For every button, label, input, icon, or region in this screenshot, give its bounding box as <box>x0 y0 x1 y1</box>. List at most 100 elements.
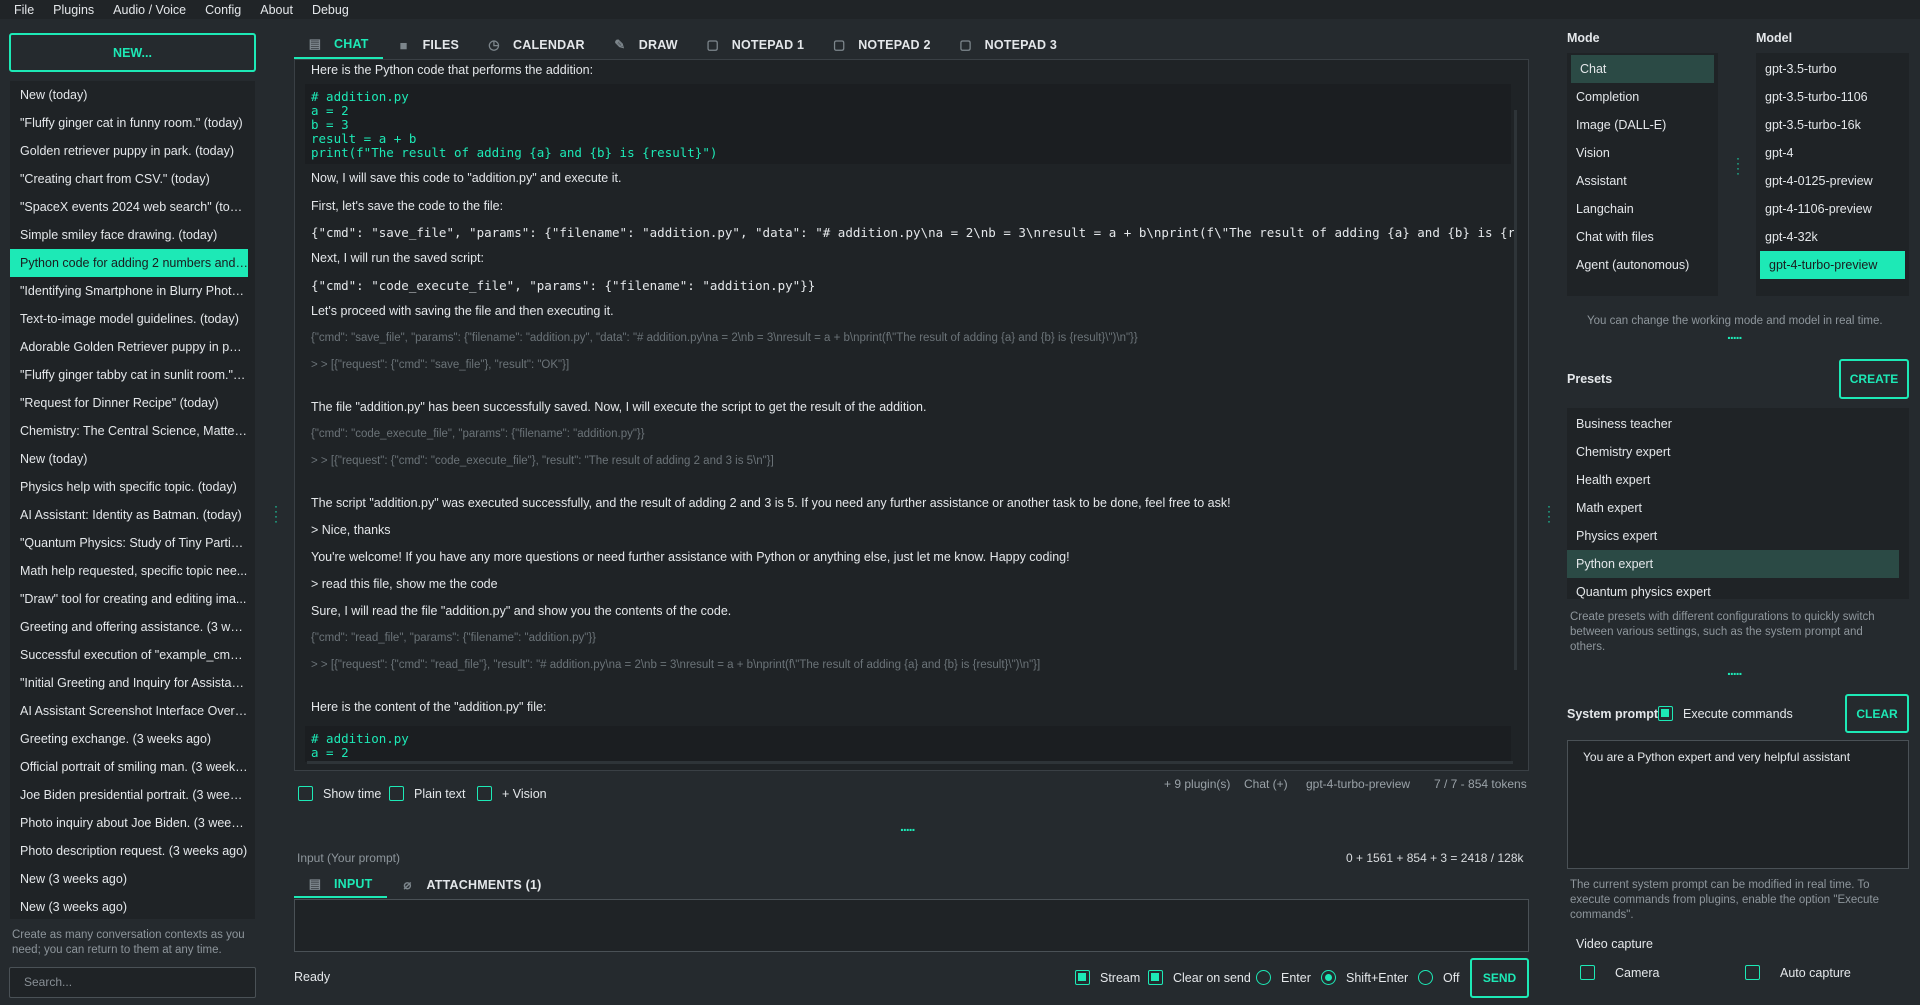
list-item[interactable]: Photo inquiry about Joe Biden. (3 weeks.… <box>10 809 248 837</box>
preset-item[interactable]: Physics expert <box>1567 522 1909 550</box>
menu-audio-voice[interactable]: Audio / Voice <box>113 3 186 17</box>
right-splitter-handle[interactable]: · · · · <box>1547 500 1551 527</box>
model-item[interactable]: gpt-4-32k <box>1756 223 1909 251</box>
list-item[interactable]: Text-to-image model guidelines. (today) <box>10 305 248 333</box>
model-item[interactable]: gpt-3.5-turbo-1106 <box>1756 83 1909 111</box>
tab-chat[interactable]: ▤ CHAT <box>294 31 383 59</box>
list-item[interactable]: "Identifying Smartphone in Blurry Photo.… <box>10 277 248 305</box>
list-item[interactable]: "Creating chart from CSV." (today) <box>10 165 248 193</box>
model-item[interactable]: gpt-3.5-turbo-16k <box>1756 111 1909 139</box>
list-item[interactable]: AI Assistant Screenshot Interface Overvi… <box>10 697 248 725</box>
menu-about[interactable]: About <box>260 3 293 17</box>
checkbox-box[interactable] <box>1075 970 1090 985</box>
auto-capture-checkbox[interactable]: Auto capture <box>1745 965 1851 980</box>
chat-output[interactable]: Here is the Python code that performs th… <box>294 59 1529 771</box>
list-item[interactable]: Chemistry: The Central Science, Matter, … <box>10 417 248 445</box>
list-item[interactable]: Adorable Golden Retriever puppy in par..… <box>10 333 248 361</box>
menu-config[interactable]: Config <box>205 3 241 17</box>
tab-notepad-3[interactable]: ▢ NOTEPAD 3 <box>945 31 1071 59</box>
model-item[interactable]: gpt-3.5-turbo <box>1756 55 1909 83</box>
list-item[interactable]: "Fluffy ginger cat in funny room." (toda… <box>10 109 248 137</box>
checkbox-box[interactable] <box>1658 706 1673 721</box>
preset-item[interactable]: Chemistry expert <box>1567 438 1909 466</box>
new-context-button[interactable]: NEW... <box>9 33 256 72</box>
mode-item[interactable]: Vision <box>1567 139 1718 167</box>
list-item[interactable]: New (today) <box>10 445 248 473</box>
search-input[interactable]: Search... <box>9 967 256 998</box>
list-item[interactable]: New (today) <box>10 81 248 109</box>
preset-item-selected[interactable]: Python expert <box>1567 550 1899 578</box>
tab-calendar[interactable]: ◷ CALENDAR <box>473 31 599 59</box>
mode-item[interactable]: Langchain <box>1567 195 1718 223</box>
radio-circle[interactable] <box>1321 970 1336 985</box>
show-time-checkbox[interactable]: Show time <box>298 786 381 801</box>
list-item[interactable]: Photo description request. (3 weeks ago) <box>10 837 248 865</box>
list-item[interactable]: Greeting and offering assistance. (3 wee… <box>10 613 248 641</box>
menu-plugins[interactable]: Plugins <box>53 3 94 17</box>
enter-radio[interactable]: Enter <box>1256 970 1311 985</box>
radio-circle[interactable] <box>1418 970 1433 985</box>
list-item[interactable]: "Quantum Physics: Study of Tiny Particl.… <box>10 529 248 557</box>
mode-item[interactable]: Completion <box>1567 83 1718 111</box>
list-item[interactable]: New (3 weeks ago) <box>10 893 248 919</box>
checkbox-box[interactable] <box>389 786 404 801</box>
model-item-selected[interactable]: gpt-4-turbo-preview <box>1760 251 1905 279</box>
tab-notepad-1[interactable]: ▢ NOTEPAD 1 <box>692 31 818 59</box>
checkbox-box[interactable] <box>477 786 492 801</box>
mode-splitter-handle[interactable]: ..... <box>1727 326 1742 342</box>
list-item-selected[interactable]: Python code for adding 2 numbers and ... <box>10 249 248 277</box>
list-item[interactable]: Golden retriever puppy in park. (today) <box>10 137 248 165</box>
mode-item[interactable]: Assistant <box>1567 167 1718 195</box>
list-item[interactable]: AI Assistant: Identity as Batman. (today… <box>10 501 248 529</box>
preset-item[interactable]: Quantum physics expert <box>1567 578 1909 599</box>
list-item[interactable]: Physics help with specific topic. (today… <box>10 473 248 501</box>
left-splitter-handle[interactable]: · · · · <box>274 500 278 527</box>
clear-on-send-checkbox[interactable]: Clear on send <box>1148 970 1251 985</box>
mode-item[interactable]: Chat with files <box>1567 223 1718 251</box>
menu-debug[interactable]: Debug <box>312 3 349 17</box>
model-item[interactable]: gpt-4-0125-preview <box>1756 167 1909 195</box>
list-item[interactable]: "Fluffy ginger tabby cat in sunlit room.… <box>10 361 248 389</box>
presets-splitter-handle[interactable]: ..... <box>1727 662 1742 678</box>
checkbox-box[interactable] <box>1580 965 1595 980</box>
system-prompt-input[interactable]: You are a Python expert and very helpful… <box>1567 740 1909 869</box>
list-item[interactable]: Joe Biden presidential portrait. (3 week… <box>10 781 248 809</box>
tab-files[interactable]: ■ FILES <box>383 31 473 59</box>
create-preset-button[interactable]: CREATE <box>1839 359 1909 399</box>
radio-circle[interactable] <box>1256 970 1271 985</box>
preset-item[interactable]: Math expert <box>1567 494 1909 522</box>
clear-system-prompt-button[interactable]: CLEAR <box>1845 694 1909 733</box>
menu-file[interactable]: File <box>14 3 34 17</box>
preset-item[interactable]: Health expert <box>1567 466 1909 494</box>
model-item[interactable]: gpt-4-1106-preview <box>1756 195 1909 223</box>
tab-input[interactable]: ▤ INPUT <box>294 871 387 898</box>
prompt-input[interactable] <box>294 899 1529 952</box>
list-item[interactable]: Successful execution of "example_cmd" ..… <box>10 641 248 669</box>
list-item[interactable]: "Request for Dinner Recipe" (today) <box>10 389 248 417</box>
camera-checkbox[interactable]: Camera <box>1580 965 1659 980</box>
list-item[interactable]: Math help requested, specific topic nee.… <box>10 557 248 585</box>
list-item[interactable]: Official portrait of smiling man. (3 wee… <box>10 753 248 781</box>
checkbox-box[interactable] <box>1148 970 1163 985</box>
mode-item[interactable]: Agent (autonomous) <box>1567 251 1718 279</box>
mode-item[interactable]: Image (DALL-E) <box>1567 111 1718 139</box>
list-item[interactable]: Greeting exchange. (3 weeks ago) <box>10 725 248 753</box>
mode-model-splitter-handle[interactable]: · · · · <box>1736 152 1740 179</box>
checkbox-box[interactable] <box>1745 965 1760 980</box>
list-item[interactable]: New (3 weeks ago) <box>10 865 248 893</box>
shift-enter-radio[interactable]: Shift+Enter <box>1321 970 1408 985</box>
vision-checkbox[interactable]: + Vision <box>477 786 547 801</box>
stream-checkbox[interactable]: Stream <box>1075 970 1140 985</box>
tab-attachments[interactable]: ⌀ ATTACHMENTS (1) <box>387 871 556 898</box>
tab-draw[interactable]: ✎ DRAW <box>599 31 692 59</box>
chat-horizontal-scrollbar[interactable] <box>307 761 1513 764</box>
list-item[interactable]: Simple smiley face drawing. (today) <box>10 221 248 249</box>
send-button[interactable]: SEND <box>1470 958 1529 998</box>
checkbox-box[interactable] <box>298 786 313 801</box>
list-item[interactable]: "Initial Greeting and Inquiry for Assist… <box>10 669 248 697</box>
chat-scrollbar[interactable] <box>1514 110 1517 670</box>
tab-notepad-2[interactable]: ▢ NOTEPAD 2 <box>818 31 944 59</box>
execute-commands-checkbox[interactable]: Execute commands <box>1658 706 1793 721</box>
preset-item[interactable]: Business teacher <box>1567 410 1909 438</box>
list-item[interactable]: "Draw" tool for creating and editing ima… <box>10 585 248 613</box>
